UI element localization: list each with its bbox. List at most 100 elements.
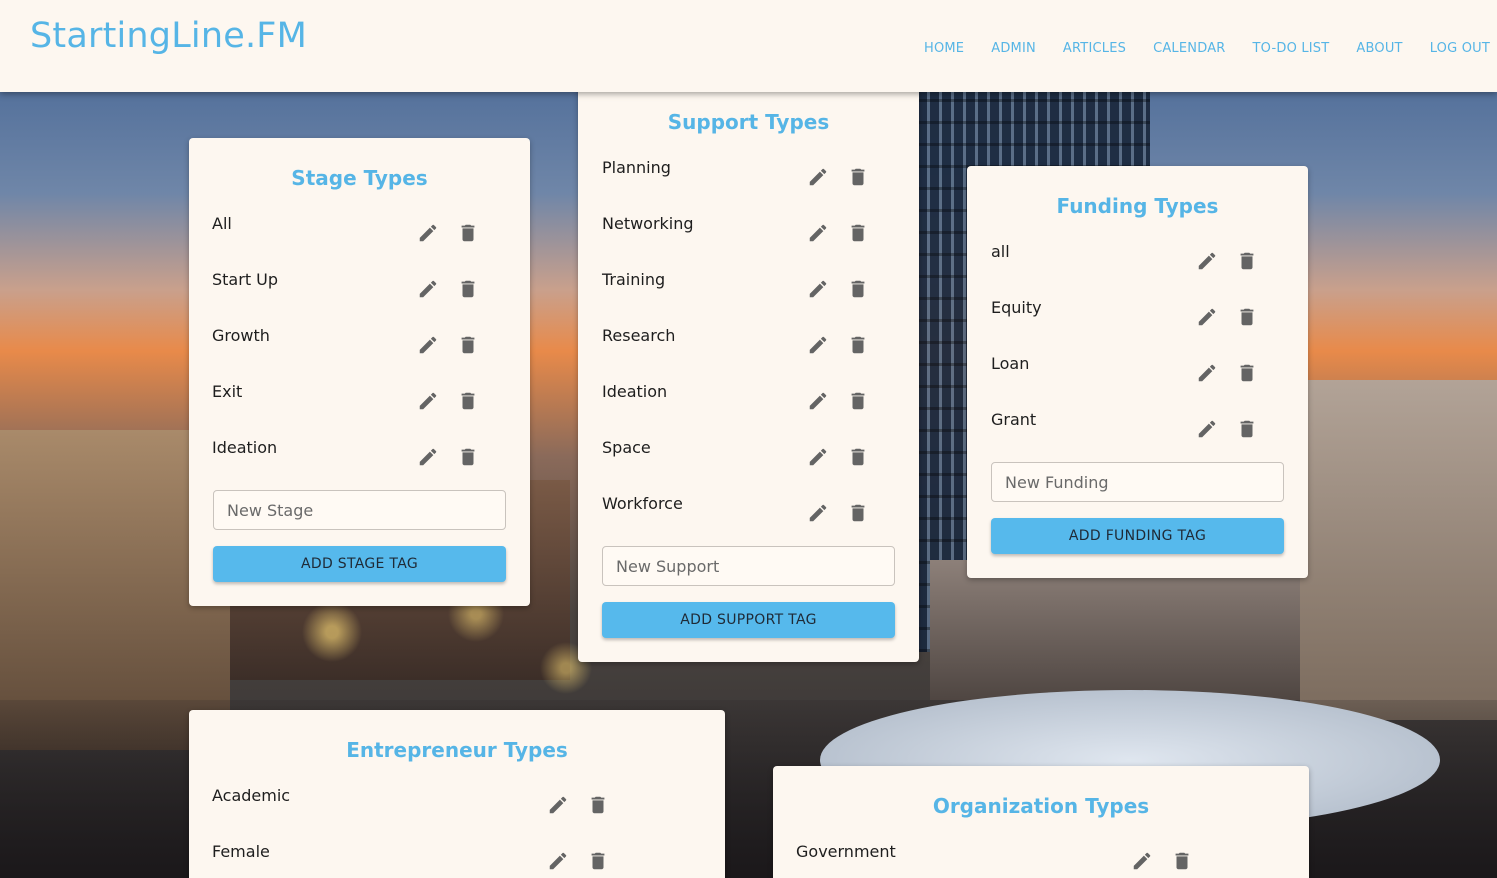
nav-admin[interactable]: ADMIN — [991, 41, 1036, 56]
pencil-icon[interactable] — [417, 446, 439, 468]
pencil-icon[interactable] — [1196, 362, 1218, 384]
add-support-tag-button[interactable]: ADD SUPPORT TAG — [602, 602, 895, 638]
pencil-icon[interactable] — [547, 794, 569, 816]
item-label: Growth — [212, 326, 270, 345]
new-stage-input[interactable] — [213, 490, 506, 530]
nav-articles[interactable]: ARTICLES — [1063, 41, 1126, 56]
funding-types-card: Funding Types ADD FUNDING TAG all Equity L… — [967, 166, 1308, 578]
trash-icon[interactable] — [847, 334, 869, 356]
list-item: Growth — [189, 326, 530, 382]
item-label: Government — [796, 842, 896, 861]
list-item: All — [189, 214, 530, 270]
item-label: all — [991, 242, 1010, 261]
nav-log-out[interactable]: LOG OUT — [1430, 41, 1490, 56]
brand-logo[interactable]: StartingLine.FM — [30, 16, 307, 56]
trash-icon[interactable] — [847, 446, 869, 468]
list-item: Research — [578, 326, 919, 382]
item-label: Exit — [212, 382, 243, 401]
item-label: Ideation — [602, 382, 668, 401]
top-navbar: StartingLine.FM HOME ADMIN ARTICLES CALE… — [0, 0, 1497, 92]
pencil-icon[interactable] — [1196, 306, 1218, 328]
support-types-card: Support Types ADD SUPPORT TAG Planning Ne… — [578, 78, 919, 662]
add-stage-tag-button[interactable]: ADD STAGE TAG — [213, 546, 506, 582]
trash-icon[interactable] — [847, 166, 869, 188]
list-item: Start Up — [189, 270, 530, 326]
trash-icon[interactable] — [847, 278, 869, 300]
trash-icon[interactable] — [1236, 362, 1258, 384]
trash-icon[interactable] — [457, 334, 479, 356]
pencil-icon[interactable] — [417, 390, 439, 412]
pencil-icon[interactable] — [547, 850, 569, 872]
item-label: Workforce — [602, 494, 683, 513]
item-label: Training — [602, 270, 666, 289]
pencil-icon[interactable] — [1131, 850, 1153, 872]
pencil-icon[interactable] — [417, 334, 439, 356]
trash-icon[interactable] — [457, 390, 479, 412]
item-label: Academic — [212, 786, 291, 805]
trash-icon[interactable] — [587, 794, 609, 816]
list-item: Space — [578, 438, 919, 494]
list-item: Equity — [967, 298, 1308, 354]
nav-calendar[interactable]: CALENDAR — [1153, 41, 1225, 56]
trash-icon[interactable] — [847, 222, 869, 244]
list-item: Government — [773, 842, 1309, 878]
list-item: Loan — [967, 354, 1308, 410]
list-item: Training — [578, 270, 919, 326]
trash-icon[interactable] — [457, 278, 479, 300]
nav-about[interactable]: ABOUT — [1356, 41, 1402, 56]
trash-icon[interactable] — [587, 850, 609, 872]
trash-icon[interactable] — [847, 502, 869, 524]
item-label: Research — [602, 326, 676, 345]
list-item: Female — [189, 842, 725, 878]
pencil-icon[interactable] — [417, 278, 439, 300]
nav-home[interactable]: HOME — [924, 41, 964, 56]
item-label: Space — [602, 438, 651, 457]
list-item: all — [967, 242, 1308, 298]
card-title: Funding Types — [1056, 194, 1219, 218]
pencil-icon[interactable] — [417, 222, 439, 244]
item-label: Networking — [602, 214, 694, 233]
list-item: Networking — [578, 214, 919, 270]
list-item: Ideation — [578, 382, 919, 438]
list-item: Exit — [189, 382, 530, 438]
item-label: All — [212, 214, 232, 233]
pencil-icon[interactable] — [807, 278, 829, 300]
item-label: Female — [212, 842, 270, 861]
trash-icon[interactable] — [1236, 306, 1258, 328]
item-label: Equity — [991, 298, 1042, 317]
card-title: Entrepreneur Types — [346, 738, 568, 762]
trash-icon[interactable] — [847, 390, 869, 412]
item-label: Grant — [991, 410, 1037, 429]
pencil-icon[interactable] — [807, 222, 829, 244]
stage-types-card: Stage Types ADD STAGE TAG All Start Up Gro… — [189, 138, 530, 606]
new-support-input[interactable] — [602, 546, 895, 586]
pencil-icon[interactable] — [807, 334, 829, 356]
card-title: Support Types — [667, 110, 830, 134]
organization-types-card: Organization Types Government — [773, 766, 1309, 878]
pencil-icon[interactable] — [807, 166, 829, 188]
list-item: Planning — [578, 158, 919, 214]
new-funding-input[interactable] — [991, 462, 1284, 502]
trash-icon[interactable] — [1171, 850, 1193, 872]
trash-icon[interactable] — [1236, 250, 1258, 272]
pencil-icon[interactable] — [1196, 418, 1218, 440]
item-label: Start Up — [212, 270, 279, 289]
list-item: Academic — [189, 786, 725, 842]
list-item: Grant — [967, 410, 1308, 466]
card-title: Stage Types — [291, 166, 428, 190]
item-label: Ideation — [212, 438, 278, 457]
card-title: Organization Types — [932, 794, 1150, 818]
trash-icon[interactable] — [1236, 418, 1258, 440]
list-item: Workforce — [578, 494, 919, 550]
item-label: Loan — [991, 354, 1030, 373]
trash-icon[interactable] — [457, 222, 479, 244]
nav-links: HOME ADMIN ARTICLES CALENDAR TO-DO LIST … — [897, 41, 1490, 56]
pencil-icon[interactable] — [807, 446, 829, 468]
nav-todo-list[interactable]: TO-DO LIST — [1253, 41, 1330, 56]
add-funding-tag-button[interactable]: ADD FUNDING TAG — [991, 518, 1284, 554]
pencil-icon[interactable] — [807, 502, 829, 524]
trash-icon[interactable] — [457, 446, 479, 468]
entrepreneur-types-card: Entrepreneur Types Academic Female — [189, 710, 725, 878]
pencil-icon[interactable] — [1196, 250, 1218, 272]
pencil-icon[interactable] — [807, 390, 829, 412]
